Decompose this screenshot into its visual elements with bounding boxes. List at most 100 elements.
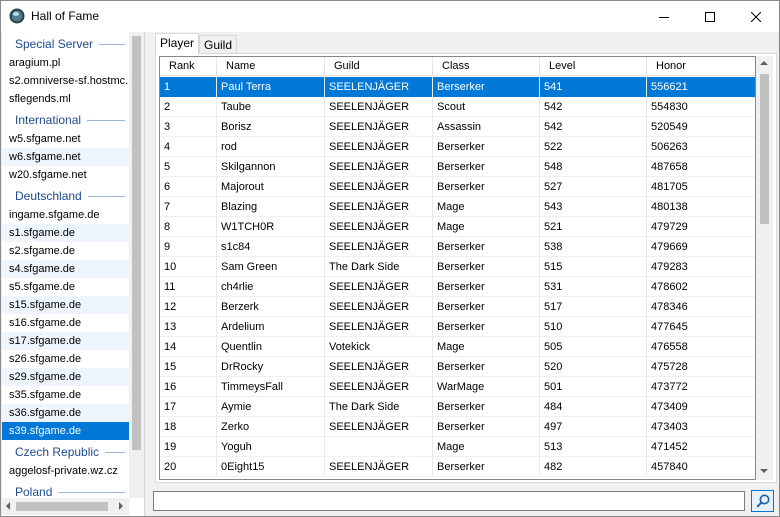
minimize-button[interactable] (641, 1, 687, 32)
server-list-item[interactable]: s2.sfgame.de (2, 242, 129, 260)
column-header-guild[interactable]: Guild (325, 57, 433, 76)
server-group-label: Poland (15, 485, 59, 498)
sidebar-vertical-scroll-thumb[interactable] (132, 36, 141, 450)
cell-honor: 487658 (647, 157, 755, 177)
server-list-item[interactable]: s36.sfgame.de (2, 404, 129, 422)
cell-guild: SEELENJÄGER (325, 377, 433, 397)
server-list-item[interactable]: s39.sfgame.de (2, 422, 129, 440)
cell-honor: 475728 (647, 357, 755, 377)
table-row[interactable]: 13 Ardelium SEELENJÄGER Berserker 510 477645 (160, 317, 755, 337)
table-row[interactable]: 4 rod SEELENJÄGER Berserker 522 506263 (160, 137, 755, 157)
server-list-item[interactable]: s17.sfgame.de (2, 332, 129, 350)
server-list-item[interactable]: s15.sfgame.de (2, 296, 129, 314)
server-group-label: Czech Republic (15, 445, 106, 459)
table-row[interactable]: 3 Borisz SEELENJÄGER Assassin 542 520549 (160, 117, 755, 137)
cell-class: Mage (433, 197, 540, 217)
table-row[interactable]: 1 Paul Terra SEELENJÄGER Berserker 541 556621 (160, 77, 755, 97)
cell-name: Taube (217, 97, 325, 117)
cell-class: Berserker (433, 397, 540, 417)
server-group-label: Special Server (15, 37, 100, 51)
column-header-rank[interactable]: Rank (160, 57, 217, 76)
tab-guild[interactable]: Guild (199, 35, 237, 54)
server-list-item[interactable]: aggelosf-private.wz.cz (2, 462, 129, 480)
table-row[interactable]: 19 Yoguh Mage 513 471452 (160, 437, 755, 457)
cell-rank: 3 (160, 117, 217, 137)
close-button[interactable] (733, 1, 779, 32)
cell-name: W1TCH0R (217, 217, 325, 237)
sidebar-vertical-scrollbar[interactable] (129, 32, 144, 498)
cell-rank: 1 (160, 77, 217, 97)
table-row[interactable]: 12 Berzerk SEELENJÄGER Berserker 517 478346 (160, 297, 755, 317)
sidebar-horizontal-scroll-thumb[interactable] (16, 502, 108, 511)
column-header-class[interactable]: Class (433, 57, 540, 76)
search-input[interactable] (153, 491, 745, 511)
cell-guild: SEELENJÄGER (325, 417, 433, 437)
table-row[interactable]: 10 Sam Green The Dark Side Berserker 515 4792… (160, 257, 755, 277)
cell-name: Paul Terra (217, 77, 325, 97)
hall-of-fame-table[interactable]: Rank Name Guild Class Level Honor 1 Paul Terra… (159, 56, 756, 480)
sidebar-horizontal-scrollbar[interactable] (2, 498, 129, 515)
title-bar[interactable]: Hall of Fame (1, 1, 779, 32)
server-list-item[interactable]: w5.sfgame.net (2, 130, 129, 148)
server-list-item[interactable]: s29.sfgame.de (2, 368, 129, 386)
cell-guild: The Dark Side (325, 397, 433, 417)
table-row[interactable]: 18 Zerko SEELENJÄGER Berserker 497 473403 (160, 417, 755, 437)
player-tab-panel: Rank Name Guild Class Level Honor 1 Paul Terra… (155, 53, 777, 483)
scroll-right-arrow-icon[interactable] (119, 502, 123, 510)
scroll-left-arrow-icon[interactable] (6, 502, 10, 510)
column-header-honor[interactable]: Honor (647, 57, 755, 76)
column-header-level[interactable]: Level (540, 57, 647, 76)
cell-guild: The Dark Side (325, 257, 433, 277)
cell-rank: 15 (160, 357, 217, 377)
cell-honor: 506263 (647, 137, 755, 157)
table-row[interactable]: 7 Blazing SEELENJÄGER Mage 543 480138 (160, 197, 755, 217)
table-row[interactable]: 5 Skilgannon SEELENJÄGER Berserker 548 487658 (160, 157, 755, 177)
table-row[interactable]: 2 Taube SEELENJÄGER Scout 542 554830 (160, 97, 755, 117)
server-list-item[interactable]: s5.sfgame.de (2, 278, 129, 296)
server-list-item[interactable]: s16.sfgame.de (2, 314, 129, 332)
cell-name: Berzerk (217, 297, 325, 317)
cell-name: Ardelium (217, 317, 325, 337)
column-header-name[interactable]: Name (217, 57, 325, 76)
server-list-item[interactable]: s26.sfgame.de (2, 350, 129, 368)
table-row[interactable]: 16 TimmeysFall SEELENJÄGER WarMage 501 473772 (160, 377, 755, 397)
cell-name: Yoguh (217, 437, 325, 457)
table-vertical-scroll-thumb[interactable] (760, 74, 769, 224)
cell-level: 505 (540, 337, 647, 357)
server-list-item[interactable]: sflegends.ml (2, 90, 129, 108)
server-list-item[interactable]: s4.sfgame.de (2, 260, 129, 278)
cell-guild: SEELENJÄGER (325, 457, 433, 477)
server-list[interactable]: Special Server aragium.pl s2.omniverse-sf.… (2, 32, 129, 498)
cell-name: Blazing (217, 197, 325, 217)
server-list-item[interactable]: aragium.pl (2, 54, 129, 72)
scroll-up-arrow-icon[interactable] (760, 61, 768, 65)
cell-guild: SEELENJÄGER (325, 217, 433, 237)
search-button[interactable] (751, 490, 774, 512)
table-vertical-scrollbar[interactable] (756, 56, 773, 480)
scroll-down-arrow-icon[interactable] (760, 469, 768, 473)
server-list-item[interactable]: s2.omniverse-sf.hostmc.pl (2, 72, 129, 90)
server-list-item[interactable]: s35.sfgame.de (2, 386, 129, 404)
table-row[interactable]: 14 Quentlin Votekick Mage 505 476558 (160, 337, 755, 357)
cell-guild: SEELENJÄGER (325, 237, 433, 257)
server-list-item[interactable]: w20.sfgame.net (2, 166, 129, 184)
table-row[interactable]: 15 DrRocky SEELENJÄGER Berserker 520 475728 (160, 357, 755, 377)
cell-class: Berserker (433, 77, 540, 97)
table-row[interactable]: 8 W1TCH0R SEELENJÄGER Mage 521 479729 (160, 217, 755, 237)
server-list-item[interactable]: ingame.sfgame.de (2, 206, 129, 224)
tab-player[interactable]: Player (155, 33, 199, 55)
table-row[interactable]: 17 Aymie The Dark Side Berserker 484 473409 (160, 397, 755, 417)
server-list-item[interactable]: s1.sfgame.de (2, 224, 129, 242)
cell-name: Skilgannon (217, 157, 325, 177)
maximize-button[interactable] (687, 1, 733, 32)
cell-guild: SEELENJÄGER (325, 357, 433, 377)
table-row[interactable]: 6 Majorout SEELENJÄGER Berserker 527 481705 (160, 177, 755, 197)
table-row[interactable]: 9 s1c84 SEELENJÄGER Berserker 538 479669 (160, 237, 755, 257)
cell-guild: SEELENJÄGER (325, 157, 433, 177)
server-list-item[interactable]: w6.sfgame.net (2, 148, 129, 166)
cell-class: Berserker (433, 177, 540, 197)
server-group-header: Czech Republic (2, 440, 129, 462)
table-row[interactable]: 11 ch4rlie SEELENJÄGER Berserker 531 478602 (160, 277, 755, 297)
cell-guild: SEELENJÄGER (325, 137, 433, 157)
table-row[interactable]: 20 0Eight15 SEELENJÄGER Berserker 482 457840 (160, 457, 755, 477)
